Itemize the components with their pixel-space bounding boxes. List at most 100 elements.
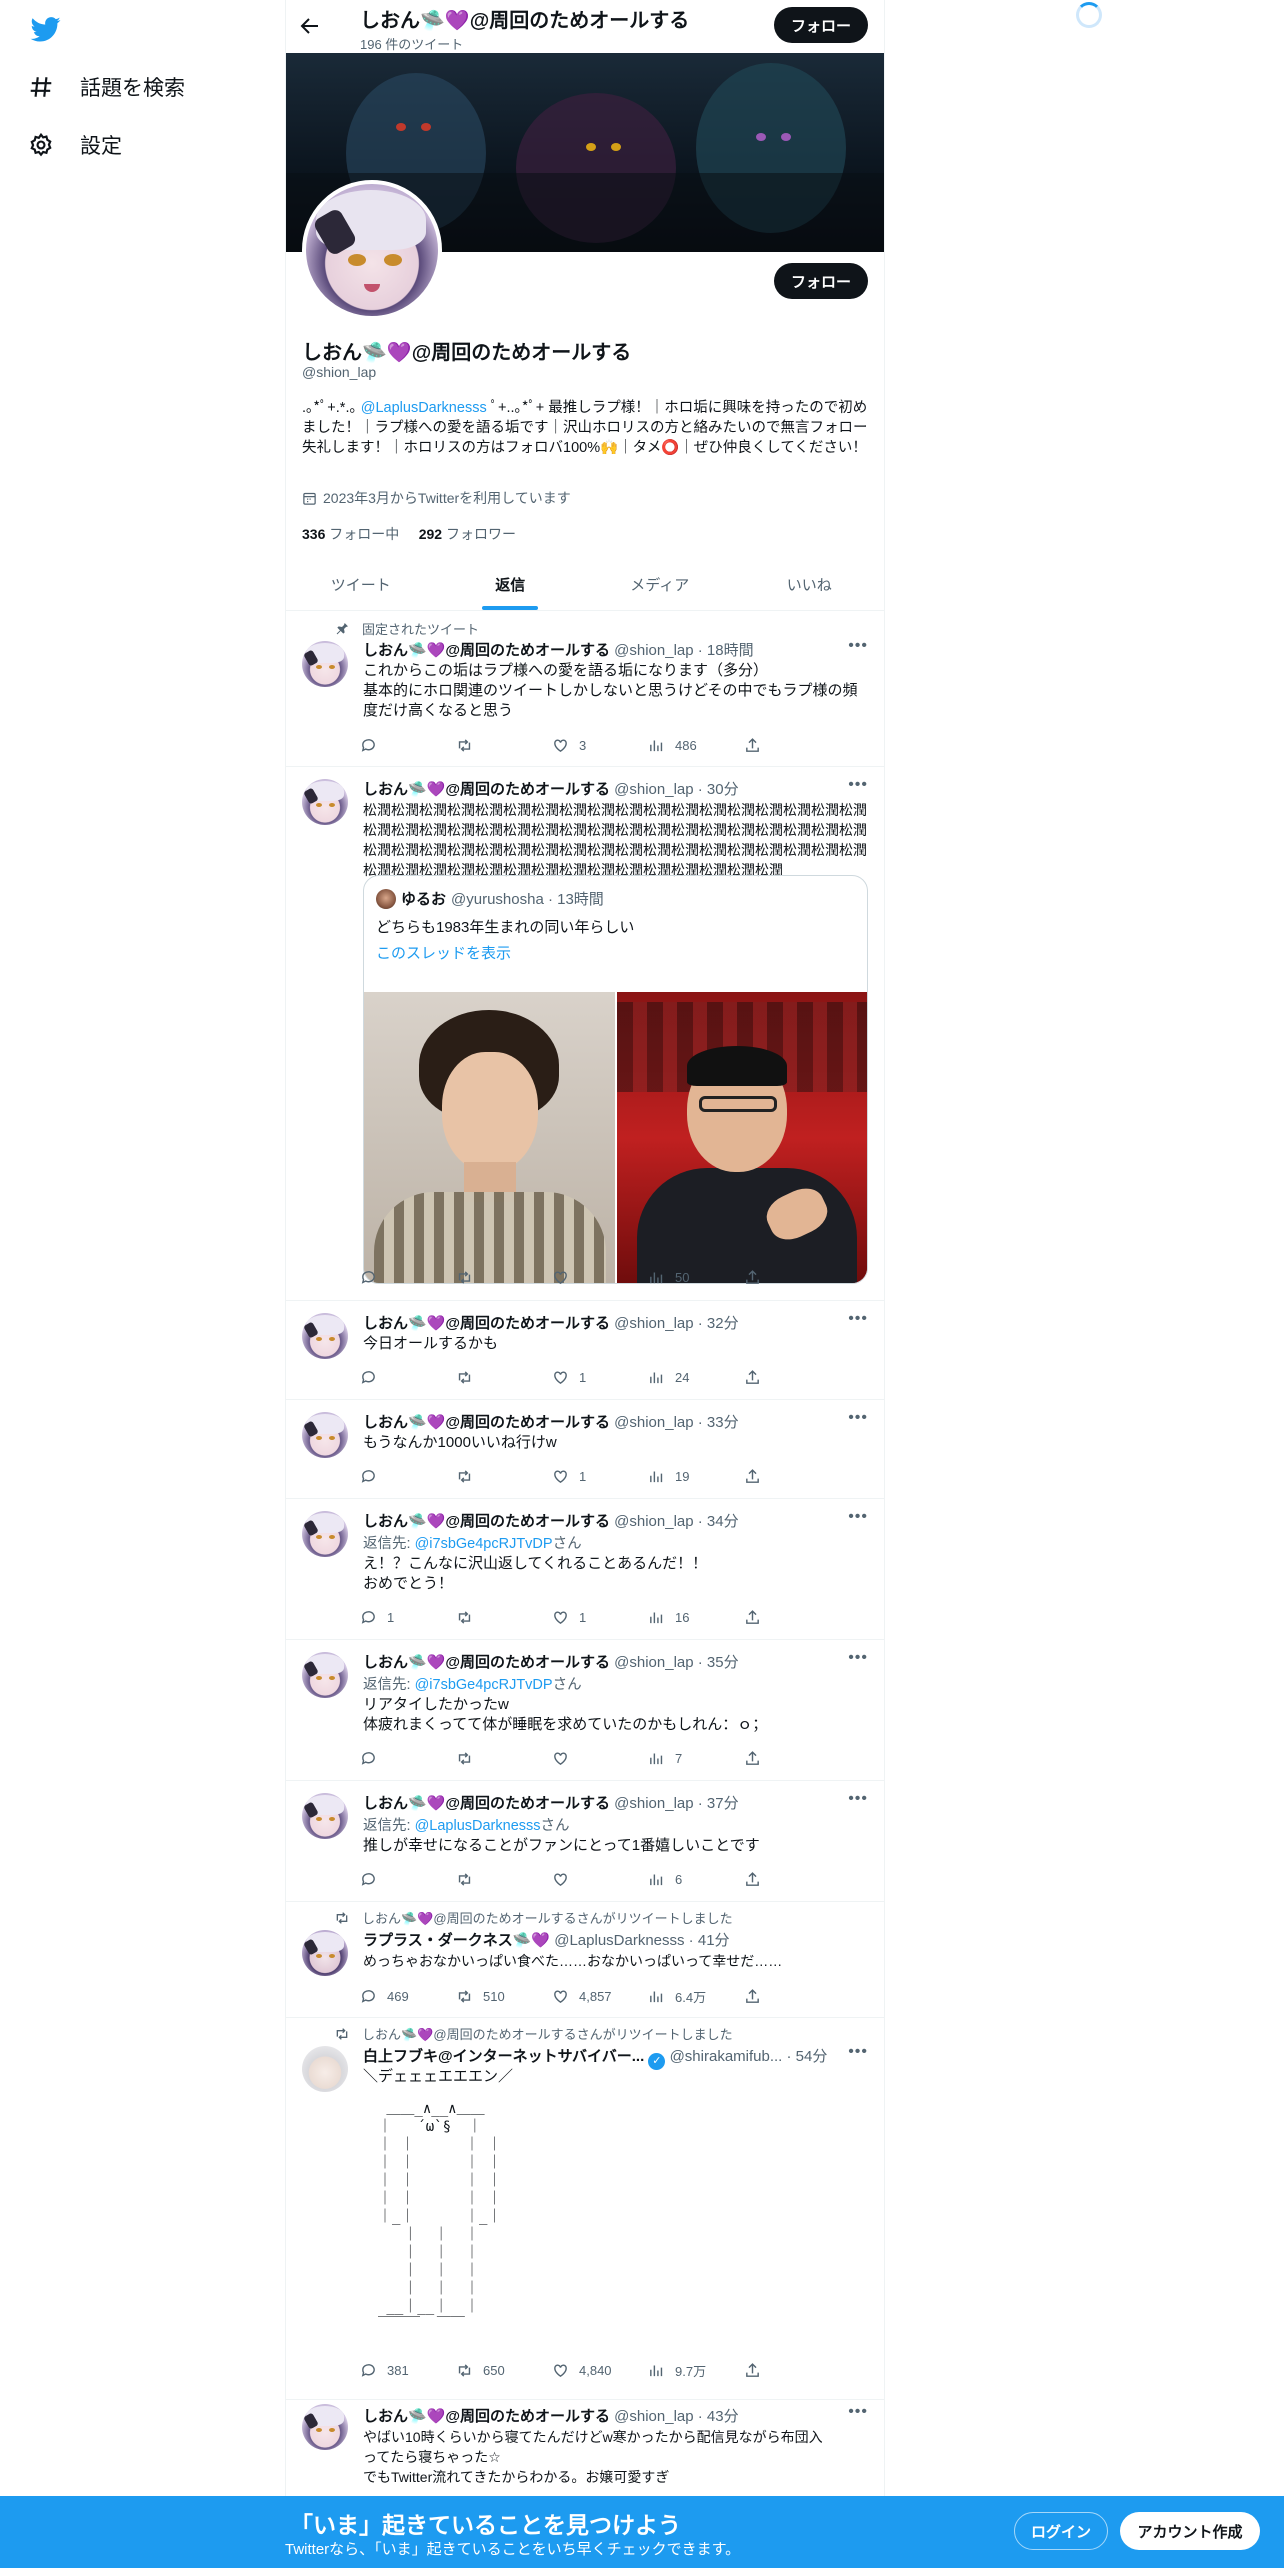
quote-photo-2[interactable]: [617, 992, 867, 1283]
more-options-icon[interactable]: •••: [848, 2403, 868, 2421]
more-options-icon[interactable]: •••: [848, 1649, 868, 1667]
tweet-item[interactable]: しおん🛸💜@周回のためオールする @shion_lap · 32分 ••• 今日…: [286, 1301, 884, 1400]
more-options-icon[interactable]: •••: [848, 1310, 868, 1328]
retweet-button[interactable]: [456, 1748, 552, 1768]
share-button[interactable]: [744, 1466, 761, 1486]
author-name[interactable]: ラプラス・ダークネス🛸💜: [363, 1932, 550, 1949]
share-button[interactable]: [744, 735, 761, 755]
tweet-item[interactable]: しおん🛸💜@周回のためオールする @shion_lap · 37分 ••• 返信…: [286, 1781, 884, 1902]
author-name[interactable]: しおん🛸💜@周回のためオールする: [363, 1315, 610, 1332]
author-name[interactable]: しおん🛸💜@周回のためオールする: [363, 1654, 610, 1671]
like-button[interactable]: 4,840: [552, 2360, 648, 2380]
reply-button[interactable]: [360, 1869, 456, 1889]
quote-photo-1[interactable]: [364, 992, 615, 1283]
reply-button[interactable]: 1: [360, 1607, 456, 1627]
views-button[interactable]: 24: [648, 1367, 744, 1387]
retweet-button[interactable]: [456, 1869, 552, 1889]
quoted-tweet[interactable]: ゆるお @yurushosha · 13時間 どちらも1983年生まれの同い年らし…: [363, 875, 868, 1284]
reply-button[interactable]: [360, 1466, 456, 1486]
tab-media[interactable]: メディア: [585, 558, 735, 610]
login-button[interactable]: ログイン: [1014, 2512, 1108, 2550]
views-button[interactable]: 16: [648, 1607, 744, 1627]
more-options-icon[interactable]: •••: [848, 1409, 868, 1427]
reply-button[interactable]: [360, 735, 456, 755]
tweet-item[interactable]: しおん🛸💜@周回のためオールする @shion_lap · 33分 ••• もう…: [286, 1400, 884, 1499]
author-handle-time[interactable]: @shion_lap · 34分: [614, 1513, 738, 1530]
like-button[interactable]: 3: [552, 735, 648, 755]
share-button[interactable]: [744, 1986, 761, 2006]
like-button[interactable]: 1: [552, 1466, 648, 1486]
tab-likes[interactable]: いいね: [735, 558, 885, 610]
more-options-icon[interactable]: •••: [848, 1508, 868, 1526]
author-handle-time[interactable]: @shirakamifub... · 54分: [670, 2048, 828, 2065]
context-text[interactable]: しおん🛸💜@周回のためオールするさんがリツイートしました: [362, 2024, 733, 2043]
retweet-button[interactable]: [456, 1267, 552, 1287]
profile-follow-button[interactable]: フォロー: [774, 263, 868, 299]
share-button[interactable]: [744, 1748, 761, 1768]
author-name[interactable]: 白上フブキ@インターネットサバイバー...: [363, 2048, 644, 2065]
views-button[interactable]: 19: [648, 1466, 744, 1486]
author-name[interactable]: しおん🛸💜@周回のためオールする: [363, 1513, 610, 1530]
share-button[interactable]: [744, 1607, 761, 1627]
views-button[interactable]: 486: [648, 735, 744, 755]
views-button[interactable]: 6.4万: [648, 1986, 744, 2006]
header-follow-button[interactable]: フォロー: [774, 7, 868, 43]
reply-button[interactable]: [360, 1748, 456, 1768]
retweet-button[interactable]: 650: [456, 2360, 552, 2380]
tweet-item[interactable]: 固定されたツイート しおん🛸💜@周回のためオールする @shion_lap · …: [286, 611, 884, 767]
more-options-icon[interactable]: •••: [848, 637, 868, 655]
author-handle-time[interactable]: @LaplusDarknesss · 41分: [554, 1932, 729, 1949]
author-name[interactable]: しおん🛸💜@周回のためオールする: [363, 2408, 610, 2425]
avatar[interactable]: [302, 641, 348, 687]
nav-explore[interactable]: 話題を検索: [28, 72, 185, 102]
like-button[interactable]: [552, 1869, 648, 1889]
avatar[interactable]: [302, 1793, 348, 1839]
like-button[interactable]: [552, 1267, 648, 1287]
like-button[interactable]: 1: [552, 1367, 648, 1387]
retweet-button[interactable]: [456, 1367, 552, 1387]
author-handle-time[interactable]: @shion_lap · 30分: [614, 781, 738, 798]
share-button[interactable]: [744, 1367, 761, 1387]
share-button[interactable]: [744, 1869, 761, 1889]
author-name[interactable]: しおん🛸💜@周回のためオールする: [363, 1414, 610, 1431]
more-options-icon[interactable]: •••: [848, 1790, 868, 1808]
signup-button[interactable]: アカウント作成: [1120, 2512, 1260, 2550]
tab-replies[interactable]: 返信: [436, 558, 586, 610]
retweet-button[interactable]: [456, 735, 552, 755]
avatar[interactable]: [302, 1930, 348, 1976]
reply-button[interactable]: [360, 1367, 456, 1387]
avatar[interactable]: [302, 1511, 348, 1557]
views-button[interactable]: 50: [648, 1267, 744, 1287]
context-text[interactable]: しおん🛸💜@周回のためオールするさんがリツイートしました: [362, 1908, 733, 1927]
avatar[interactable]: [302, 1313, 348, 1359]
avatar[interactable]: [302, 1652, 348, 1698]
like-button[interactable]: [552, 1748, 648, 1768]
like-button[interactable]: 4,857: [552, 1986, 648, 2006]
author-handle-time[interactable]: @shion_lap · 32分: [614, 1315, 738, 1332]
profile-avatar[interactable]: [302, 180, 442, 320]
avatar[interactable]: [302, 779, 348, 825]
retweet-button[interactable]: 510: [456, 1986, 552, 2006]
author-name[interactable]: しおん🛸💜@周回のためオールする: [363, 1795, 610, 1812]
like-button[interactable]: 1: [552, 1607, 648, 1627]
tweet-item[interactable]: しおん🛸💜@周回のためオールする @shion_lap · 30分 ••• 松潤…: [286, 767, 884, 1301]
retweet-button[interactable]: [456, 1607, 552, 1627]
tab-tweets[interactable]: ツイート: [286, 558, 436, 610]
twitter-bird-icon[interactable]: [28, 14, 64, 44]
share-button[interactable]: [744, 2360, 761, 2380]
reply-button[interactable]: [360, 1267, 456, 1287]
avatar[interactable]: [302, 2046, 348, 2092]
author-handle-time[interactable]: @shion_lap · 33分: [614, 1414, 738, 1431]
author-handle-time[interactable]: @shion_lap · 35分: [614, 1654, 738, 1671]
author-handle-time[interactable]: @shion_lap · 18時間: [614, 642, 753, 659]
show-thread-link[interactable]: このスレッドを表示: [376, 942, 511, 963]
following-link[interactable]: 336 フォロー中: [302, 526, 399, 542]
views-button[interactable]: 7: [648, 1748, 744, 1768]
author-handle-time[interactable]: @shion_lap · 37分: [614, 1795, 738, 1812]
nav-settings[interactable]: 設定: [28, 130, 122, 160]
tweet-item[interactable]: しおん🛸💜@周回のためオールする @shion_lap · 34分 ••• 返信…: [286, 1499, 884, 1640]
avatar[interactable]: [302, 2404, 348, 2450]
author-name[interactable]: しおん🛸💜@周回のためオールする: [363, 781, 610, 798]
reply-to-link[interactable]: @i7sbGe4pcRJTvDP: [415, 1677, 553, 1693]
followers-link[interactable]: 292 フォロワー: [419, 526, 516, 542]
